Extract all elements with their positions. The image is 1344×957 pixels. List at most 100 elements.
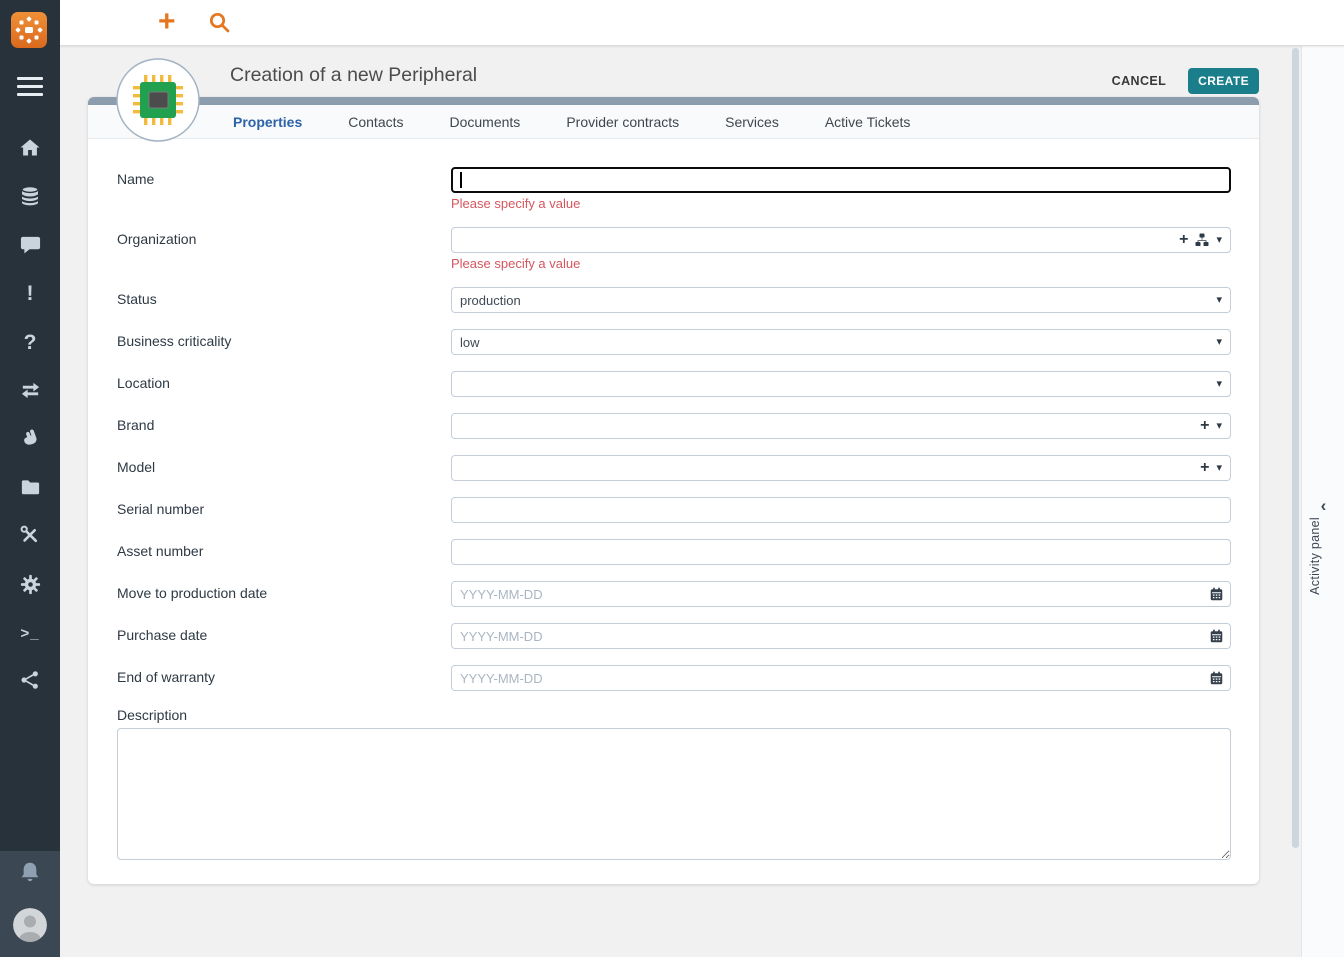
purchase-date-input[interactable] [451,623,1231,649]
tab-active-tickets[interactable]: Active Tickets [825,114,911,130]
asset-number-input[interactable] [451,539,1231,565]
name-input[interactable] [451,167,1231,193]
database-icon [18,184,42,208]
dropdown-caret-icon[interactable]: ▾ [1216,235,1222,246]
text-caret [460,172,462,188]
field-error: Please specify a value [451,196,1231,211]
sidebar-item-problems[interactable]: ? [0,329,60,355]
sidebar-item-cmdb[interactable] [0,183,60,209]
page-title: Creation of a new Peripheral [230,64,477,87]
notifications-bell-icon[interactable] [0,860,60,888]
field-row-end-of-warranty: End of warranty [117,665,1231,691]
chat-bubble-icon [19,233,42,256]
status-value: production [452,293,1216,308]
field-error: Please specify a value [451,256,1231,271]
description-textarea[interactable] [117,728,1231,860]
sidebar-item-changes[interactable] [0,377,60,403]
new-object-icon[interactable]: + [158,4,176,40]
dropdown-caret-icon: ▾ [1216,379,1222,390]
chevron-left-icon[interactable]: ‹ [1302,497,1344,514]
sidebar: ! ? [0,0,60,957]
tab-bar: Properties Contacts Documents Provider c… [88,105,1259,139]
calendar-icon[interactable] [1210,629,1223,643]
exclamation-icon: ! [27,283,34,304]
question-icon: ? [24,332,37,353]
field-row-purchase-date: Purchase date [117,623,1231,649]
field-row-status: Status production ▾ [117,287,1231,313]
calendar-icon[interactable] [1210,587,1223,601]
sidebar-item-requests[interactable] [0,231,60,257]
field-label: Brand [117,413,451,439]
dropdown-caret-icon: ▾ [1216,295,1222,306]
tab-services[interactable]: Services [725,114,779,130]
end-of-warranty-input[interactable] [451,665,1231,691]
model-combo[interactable]: + ▾ [451,455,1231,481]
main-content: Creation of a new Peripheral CANCEL CREA… [60,45,1292,957]
search-icon[interactable] [208,11,231,39]
dropdown-caret-icon[interactable]: ▾ [1216,421,1222,432]
exchange-arrows-icon [19,379,42,402]
field-row-location: Location ▾ [117,371,1231,397]
add-brand-icon[interactable]: + [1200,418,1209,434]
tools-icon [18,523,42,547]
vertical-scrollbar[interactable] [1292,48,1299,848]
card-top-strip [88,97,1259,105]
create-button[interactable]: CREATE [1188,68,1259,94]
top-bar: + [60,0,1344,46]
status-select[interactable]: production ▾ [451,287,1231,313]
sidebar-item-incidents[interactable]: ! [0,280,60,306]
field-label: End of warranty [117,665,451,691]
field-label: Serial number [117,497,451,523]
activity-panel-label: Activity panel [1308,517,1322,595]
field-row-description: Description [117,707,1231,865]
field-row-model: Model + ▾ [117,455,1231,481]
field-label: Model [117,455,451,481]
gear-icon [19,573,42,596]
sidebar-item-data-model[interactable] [0,667,60,693]
tab-documents[interactable]: Documents [450,114,521,130]
user-avatar[interactable] [13,908,47,942]
field-label: Organization [117,227,451,271]
field-label: Name [117,167,451,211]
dropdown-caret-icon[interactable]: ▾ [1216,463,1222,474]
properties-form: Name Please specify a value Organization [88,139,1259,865]
tab-provider-contracts[interactable]: Provider contracts [566,114,679,130]
field-label: Business criticality [117,329,451,355]
field-row-move-to-production-date: Move to production date [117,581,1231,607]
serial-number-input[interactable] [451,497,1231,523]
cancel-button[interactable]: CANCEL [1106,73,1172,89]
tab-properties[interactable]: Properties [233,114,302,130]
sidebar-item-home[interactable] [0,135,60,161]
organization-combo[interactable]: + ▾ [451,227,1231,253]
dropdown-caret-icon: ▾ [1216,337,1222,348]
field-label: Purchase date [117,623,451,649]
itop-logo-icon[interactable] [10,11,48,49]
field-row-name: Name Please specify a value [117,167,1231,211]
add-organization-icon[interactable]: + [1179,232,1188,248]
folder-icon [19,476,42,499]
sidebar-item-services[interactable] [0,425,60,451]
brand-combo[interactable]: + ▾ [451,413,1231,439]
business-criticality-select[interactable]: low ▾ [451,329,1231,355]
activity-panel-collapsed[interactable]: ‹ Activity panel [1301,45,1344,957]
field-label: Status [117,287,451,313]
menu-toggle-icon[interactable] [17,77,43,96]
sidebar-item-configuration[interactable] [0,571,60,597]
field-row-serial-number: Serial number [117,497,1231,523]
terminal-icon: >_ [20,625,39,642]
share-graph-icon [19,669,41,691]
location-select[interactable]: ▾ [451,371,1231,397]
calendar-icon[interactable] [1210,671,1223,685]
hierarchy-picker-icon[interactable] [1195,233,1209,247]
field-label: Move to production date [117,581,451,607]
move-to-production-date-input[interactable] [451,581,1231,607]
field-row-organization: Organization + [117,227,1231,271]
tab-contacts[interactable]: Contacts [348,114,403,130]
sidebar-item-admin-tools[interactable] [0,522,60,548]
sidebar-item-console[interactable]: >_ [0,620,60,646]
sidebar-item-documents[interactable] [0,474,60,500]
add-model-icon[interactable]: + [1200,460,1209,476]
field-label: Description [117,707,1231,723]
field-label: Asset number [117,539,451,565]
object-card: Properties Contacts Documents Provider c… [88,97,1259,884]
